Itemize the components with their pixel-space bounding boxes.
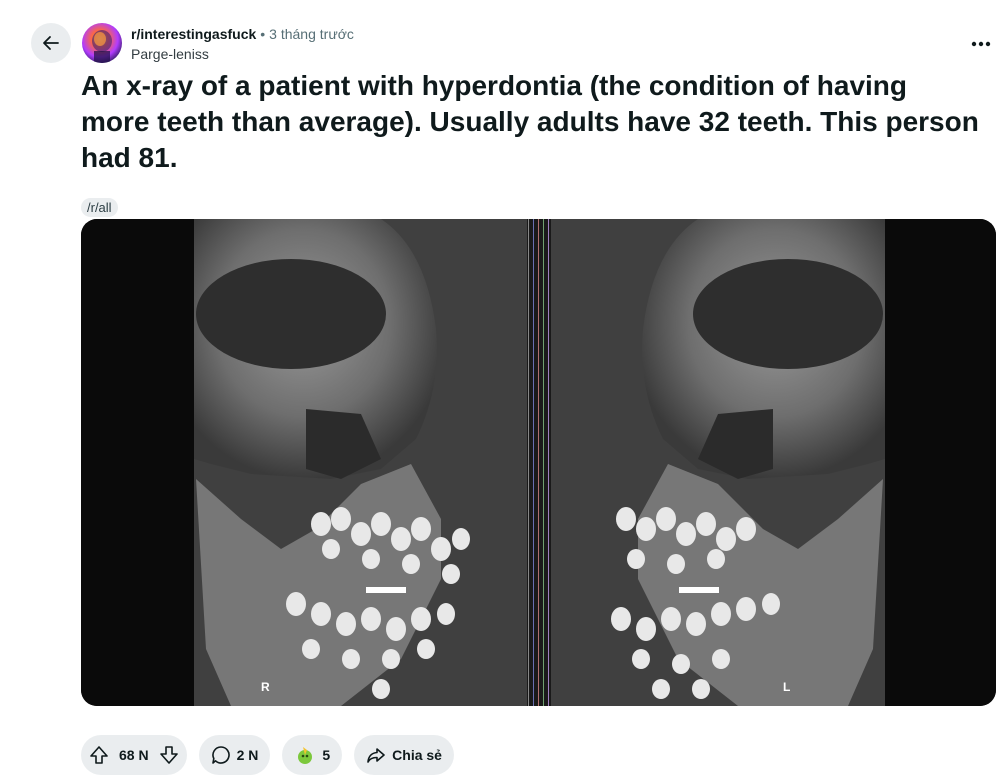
downvote-button[interactable] xyxy=(159,745,179,765)
comment-icon xyxy=(211,746,230,764)
comment-count: 2 N xyxy=(236,747,259,763)
post-title: An x-ray of a patient with hyperdontia (… xyxy=(81,70,979,173)
author-link[interactable]: Parge-leniss xyxy=(131,46,354,62)
post-meta: r/interestingasfuck • 3 tháng trước Parg… xyxy=(131,25,354,62)
subreddit-avatar[interactable] xyxy=(82,23,122,63)
upvote-icon xyxy=(90,746,108,764)
share-label: Chia sẻ xyxy=(392,747,442,763)
vote-count: 68 N xyxy=(119,747,149,763)
post-flair[interactable]: /r/all xyxy=(81,198,118,217)
back-button[interactable] xyxy=(31,23,71,63)
post-time: 3 tháng trước xyxy=(269,26,354,42)
award-button[interactable]: 5 xyxy=(282,735,343,775)
award-count: 5 xyxy=(322,747,331,763)
xray-label-left: R xyxy=(261,680,270,694)
more-options-button[interactable] xyxy=(967,30,995,58)
award-icon xyxy=(298,747,313,764)
subreddit-link[interactable]: r/interestingasfuck xyxy=(131,26,256,42)
upvote-button[interactable] xyxy=(89,745,109,765)
more-icon xyxy=(971,41,991,47)
comments-button[interactable]: 2 N xyxy=(198,735,271,775)
share-icon xyxy=(367,748,385,763)
post-image[interactable]: R L xyxy=(81,219,996,706)
back-arrow-icon xyxy=(43,36,59,50)
share-button[interactable]: Chia sẻ xyxy=(354,735,454,775)
downvote-icon xyxy=(159,746,178,764)
post-actions-bar: 68 N 2 N 5 Chia sẻ xyxy=(81,735,454,775)
vote-control: 68 N xyxy=(81,735,187,775)
meta-separator: • xyxy=(260,26,266,42)
xray-label-right: L xyxy=(783,680,790,694)
